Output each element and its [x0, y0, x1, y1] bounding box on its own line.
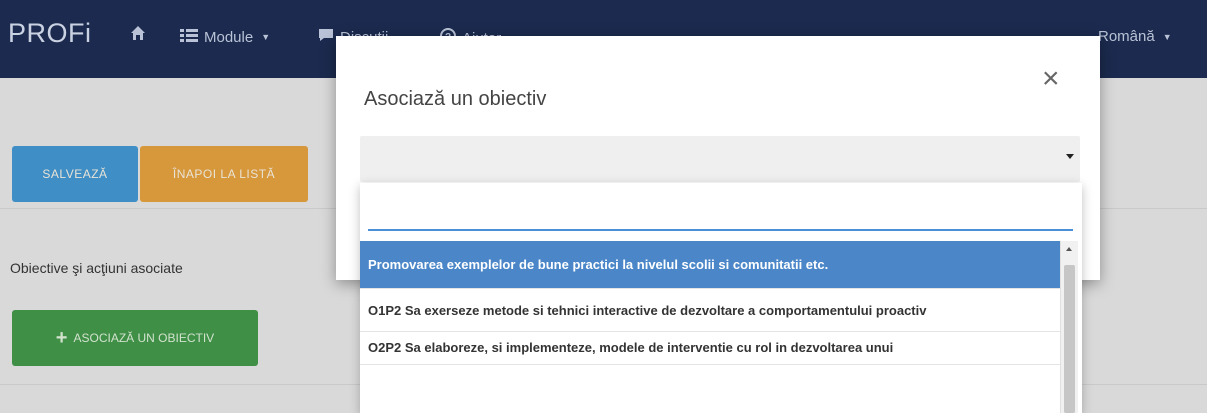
associate-objective-label: ASOCIAZĂ UN OBIECTIV — [73, 331, 215, 345]
modal-title: Asociază un obiectiv — [364, 88, 547, 110]
nav-module[interactable]: Module ▼ — [180, 28, 270, 46]
scroll-up-icon[interactable] — [1066, 247, 1072, 251]
list-item[interactable]: O1P2 Sa exerseze metode si tehnici inter… — [360, 289, 1060, 332]
home-icon — [130, 25, 146, 45]
back-to-list-button[interactable]: ÎNAPOI LA LISTĂ — [140, 146, 308, 202]
chevron-down-icon: ▼ — [1162, 31, 1172, 42]
dropdown-search-input[interactable] — [368, 199, 1073, 231]
language-label: Română — [1098, 28, 1155, 45]
option-list: Promovarea exemplelor de bune practici l… — [360, 241, 1060, 365]
list-item[interactable]: Promovarea exemplelor de bune practici l… — [360, 241, 1060, 289]
dropdown-scrollbar[interactable] — [1060, 241, 1078, 413]
save-button[interactable]: SALVEAZĂ — [12, 146, 138, 202]
nav-module-label: Module — [204, 28, 254, 46]
objective-dropdown: Promovarea exemplelor de bune practici l… — [360, 183, 1082, 413]
associate-objective-button[interactable]: + ASOCIAZĂ UN OBIECTIV — [12, 310, 258, 366]
list-item[interactable]: O2P2 Sa elaboreze, si implementeze, mode… — [360, 332, 1060, 365]
chat-icon — [318, 28, 334, 46]
section-title: Obiective şi acţiuni asociate — [10, 260, 183, 276]
close-icon[interactable]: × — [1042, 62, 1060, 96]
chevron-down-icon: ▼ — [261, 32, 271, 42]
brand-logo[interactable]: PROFi — [8, 18, 92, 49]
list-icon — [180, 28, 198, 46]
plus-icon: + — [55, 326, 68, 349]
chevron-down-icon — [1066, 154, 1074, 159]
nav-home[interactable] — [130, 25, 146, 45]
language-selector[interactable]: Română ▼ — [1098, 28, 1172, 45]
scrollbar-thumb[interactable] — [1064, 265, 1075, 413]
objective-select[interactable] — [360, 136, 1080, 182]
